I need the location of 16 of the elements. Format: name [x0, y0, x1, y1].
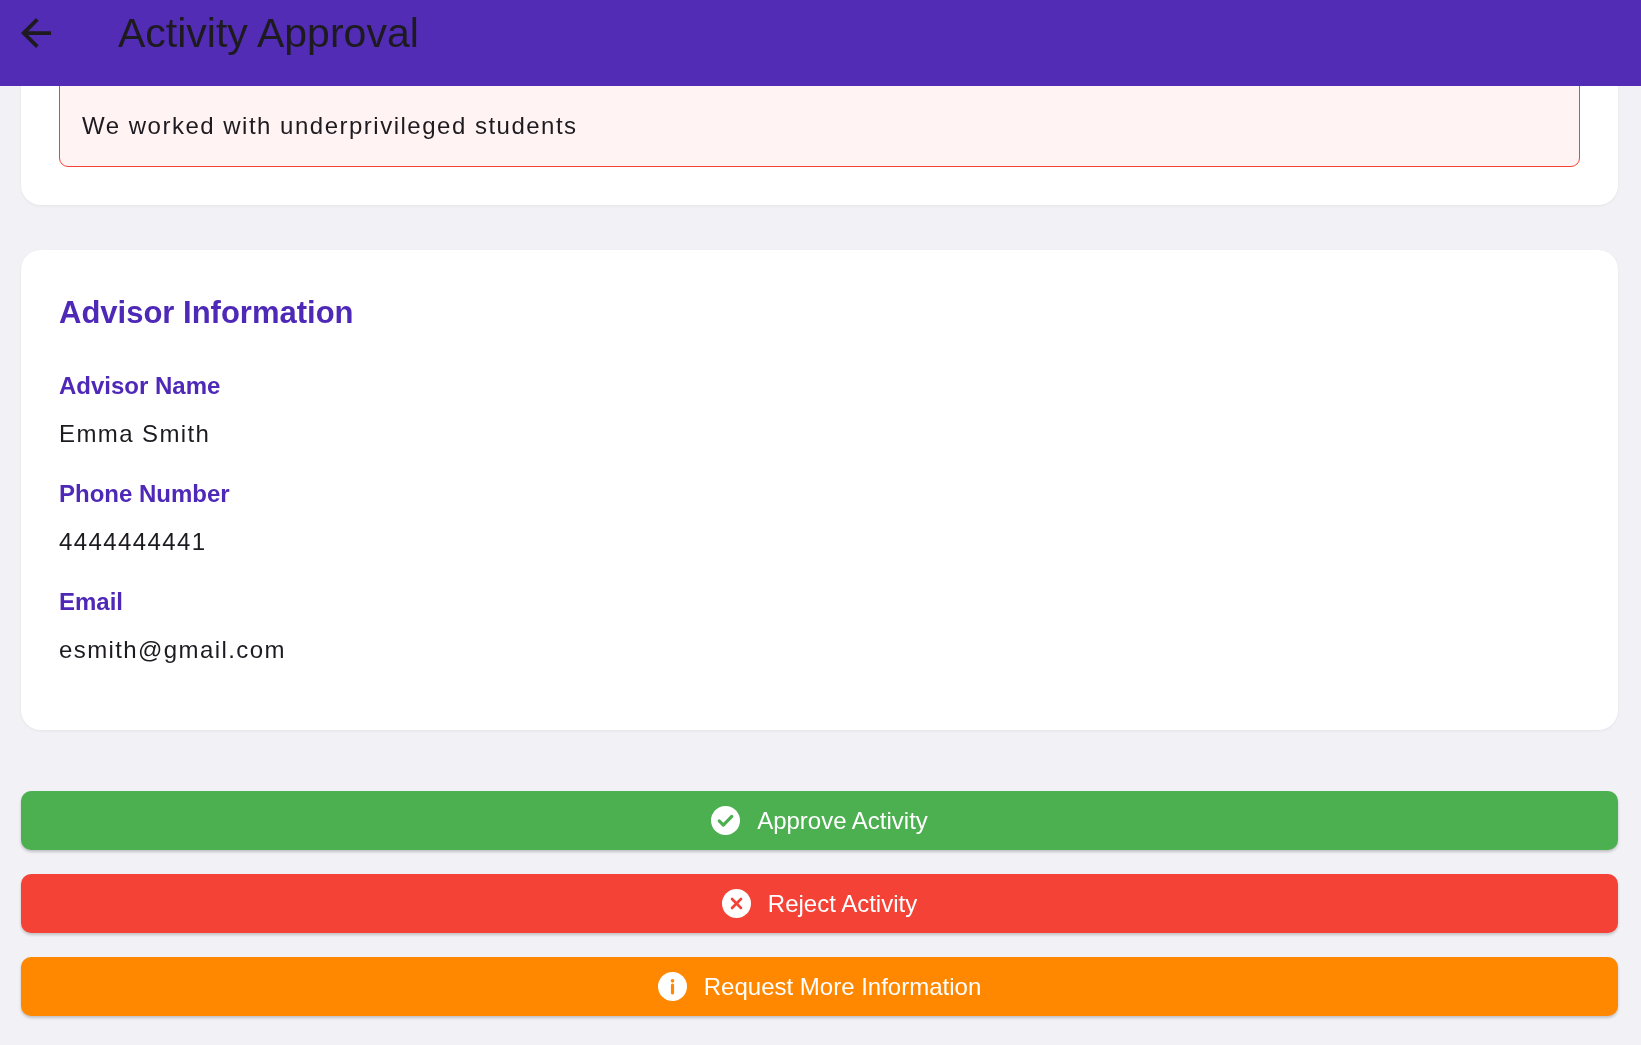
section-title: Advisor Information	[59, 294, 355, 332]
field-value: 4444444441	[59, 527, 207, 557]
description-text: We worked with underprivileged students	[82, 111, 579, 141]
approve-button[interactable]: Approve Activity	[21, 791, 1618, 850]
x-circle-icon	[721, 889, 751, 918]
back-icon[interactable]	[21, 18, 51, 48]
field-value: esmith@gmail.com	[59, 635, 286, 665]
request-info-button[interactable]: Request More Information	[21, 957, 1618, 1016]
field-label: Email	[59, 587, 124, 617]
reject-button[interactable]: Reject Activity	[21, 874, 1618, 933]
field-label: Advisor Name	[59, 371, 221, 401]
info-icon	[657, 972, 687, 1001]
field-value: Emma Smith	[59, 419, 211, 449]
page-title: Activity Approval	[118, 9, 419, 57]
check-circle-icon	[711, 806, 741, 835]
field-label: Phone Number	[59, 479, 230, 509]
